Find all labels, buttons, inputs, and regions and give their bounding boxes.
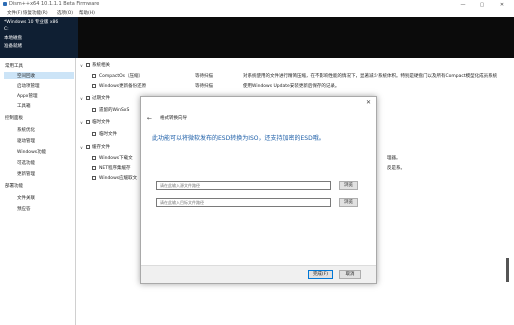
sidebar-item-optional-features[interactable]: 可选功能: [17, 160, 35, 166]
drive-letter: C:: [4, 27, 9, 32]
sidebar-item-appx[interactable]: Appx管理: [17, 93, 37, 99]
sidebar-item-updates[interactable]: 更新管理: [17, 171, 35, 177]
section-cache-title: 缓存文件: [92, 145, 110, 150]
section-expired-title: 过期文件: [92, 96, 110, 101]
format-conversion-dialog: ✕ ← 格式转换向导 此功能可以将微软发布的ESD转换为ISO，还支持加密的ES…: [140, 96, 377, 284]
banner-area: [78, 17, 514, 58]
item-windows-download-label: Windows下载文: [99, 156, 133, 161]
sidebar: 常用工具 空间回收 启动项管理 Appx管理 工具箱 控制面板 系统优化 驱动管…: [0, 58, 76, 325]
sidebar-item-toolbox[interactable]: 工具箱: [17, 103, 31, 109]
menu-restore[interactable]: 恢复功能(R): [23, 10, 48, 16]
item-update-backup-status: 等待扫描: [195, 84, 213, 89]
item-update-backup-label: Windows更新备份还原: [99, 84, 147, 89]
item-compactos-label: CompactOs（压缩）: [99, 74, 144, 79]
menu-options[interactable]: 选项(O): [57, 10, 73, 16]
target-path-input[interactable]: [156, 198, 331, 207]
sidebar-group-deploy[interactable]: 部署功能: [5, 183, 23, 189]
drive-type: 本地磁盘: [4, 36, 22, 41]
menu-help[interactable]: 帮助(H): [79, 10, 95, 16]
os-info-panel[interactable]: *Windows 10 专业版 x86 C: 本地磁盘 准备就绪: [0, 17, 78, 58]
dialog-footer: 完成(F) 取消: [141, 265, 376, 283]
cancel-button[interactable]: 取消: [339, 270, 361, 279]
item-compactos-status: 等待扫描: [195, 74, 213, 79]
close-window-button[interactable]: ✕: [495, 0, 509, 10]
browse-target-button[interactable]: 浏览: [339, 198, 358, 207]
menu-bar: 文件(F) 恢复功能(R) 选项(O) 帮助(H): [0, 10, 514, 17]
os-status: 准备就绪: [4, 44, 22, 49]
vertical-scrollbar[interactable]: [506, 258, 509, 282]
item-compactos-description: 对系统使用的文件进行精简压缩，在不影响性能的情况下，显著减少系统体积。特别是硬盘…: [243, 74, 498, 79]
item-net-cache-description: 反是系。: [387, 166, 405, 171]
finish-button[interactable]: 完成(F): [308, 270, 333, 279]
minimize-button[interactable]: —: [456, 0, 470, 10]
window-title: Dism++x64 10.1.1.1 Beta Firmware: [9, 1, 100, 7]
dialog-title: 格式转换向导: [160, 116, 187, 121]
title-bar: Dism++x64 10.1.1.1 Beta Firmware — ▢ ✕: [0, 0, 514, 10]
item-update-backup-description: 使用Windows Update安装更新后保存的记录。: [243, 84, 340, 89]
item-checkbox[interactable]: [92, 156, 96, 160]
sidebar-item-drivers[interactable]: 驱动管理: [17, 138, 35, 144]
item-checkbox[interactable]: [92, 132, 96, 136]
section-temp-title: 临时文件: [92, 120, 110, 125]
sidebar-item-startup[interactable]: 启动项管理: [17, 83, 40, 89]
section-checkbox[interactable]: [86, 96, 90, 100]
section-system-title: 系统相关: [92, 63, 110, 68]
sidebar-item-space-cleanup[interactable]: 空间回收: [17, 73, 35, 79]
os-name: *Windows 10 专业版 x86: [4, 20, 59, 25]
back-arrow-icon[interactable]: ←: [147, 115, 152, 122]
sidebar-item-optimize[interactable]: 系统优化: [17, 127, 35, 133]
browse-source-button[interactable]: 浏览: [339, 181, 358, 190]
item-windows-app-cache-label: Windows应缓取文: [99, 176, 138, 181]
section-checkbox[interactable]: [86, 120, 90, 124]
selected-highlight: [4, 72, 74, 79]
item-checkbox[interactable]: [92, 74, 96, 78]
expand-icon[interactable]: ∨: [80, 96, 83, 101]
expand-icon[interactable]: ∨: [80, 145, 83, 150]
item-temp-files-label: 临时文件: [99, 132, 117, 137]
section-checkbox[interactable]: [86, 145, 90, 149]
app-icon: [3, 2, 7, 6]
menu-file[interactable]: 文件(F): [7, 10, 22, 16]
expand-icon[interactable]: ∨: [80, 63, 83, 68]
sidebar-item-answer-file[interactable]: 预应答: [17, 206, 31, 212]
dialog-heading: 此功能可以将微软发布的ESD转换为ISO，还支持加密的ESD哦。: [152, 135, 325, 142]
expand-icon[interactable]: ∨: [80, 120, 83, 125]
section-checkbox[interactable]: [86, 63, 90, 67]
item-checkbox[interactable]: [92, 108, 96, 112]
sidebar-item-file-assoc[interactable]: 文件关联: [17, 195, 35, 201]
item-checkbox[interactable]: [92, 84, 96, 88]
item-checkbox[interactable]: [92, 176, 96, 180]
source-path-input[interactable]: [156, 181, 331, 190]
sidebar-group-control-panel[interactable]: 控制面板: [5, 115, 23, 121]
close-icon[interactable]: ✕: [366, 99, 371, 106]
maximize-button[interactable]: ▢: [475, 0, 489, 10]
item-windows-download-description: 理器。: [387, 156, 401, 161]
item-net-cache-label: NET程序集缓存: [99, 166, 131, 171]
sidebar-group-common-tools[interactable]: 常用工具: [5, 63, 23, 69]
sidebar-item-windows-features[interactable]: Windows功能: [17, 149, 46, 155]
item-winsxs-label: 遗留的WinSxS: [99, 108, 130, 113]
item-checkbox[interactable]: [92, 166, 96, 170]
